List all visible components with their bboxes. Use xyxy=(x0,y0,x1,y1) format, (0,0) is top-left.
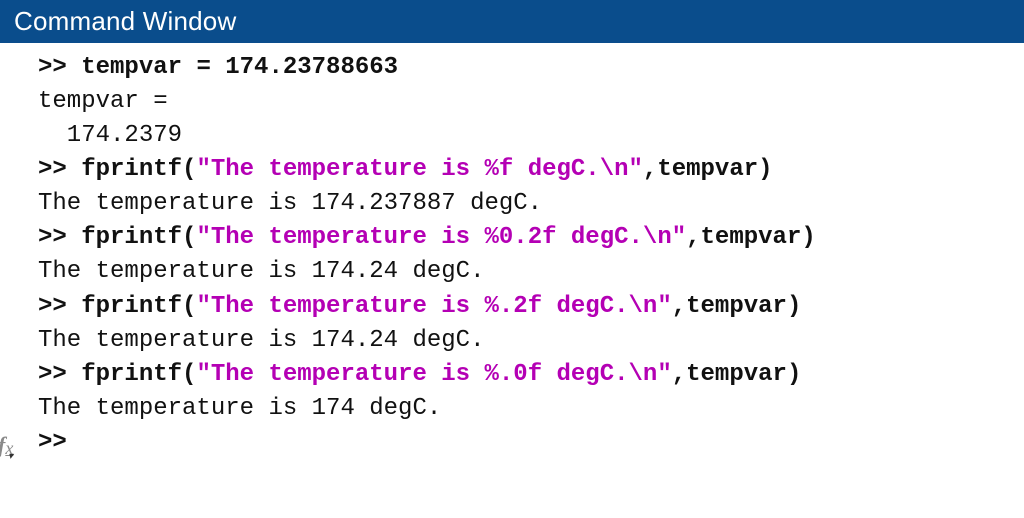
string-literal: "The temperature is %0.2f degC.\n" xyxy=(196,224,686,251)
output-line: The temperature is 174.24 degC. xyxy=(38,327,484,354)
output-line: The temperature is 174.24 degC. xyxy=(38,258,484,285)
input-code: ,tempvar) xyxy=(643,156,773,183)
prompt: >> xyxy=(38,54,81,81)
input-code: ,tempvar) xyxy=(686,224,816,251)
string-literal: "The temperature is %f degC.\n" xyxy=(196,156,642,183)
output-line: The temperature is 174 degC. xyxy=(38,395,441,422)
fx-icon[interactable]: fx ▾ xyxy=(0,434,13,466)
input-code: fprintf( xyxy=(81,156,196,183)
prompt: >> xyxy=(38,293,81,320)
input-code: ,tempvar) xyxy=(672,293,802,320)
prompt: >> xyxy=(38,224,81,251)
output-line: The temperature is 174.237887 degC. xyxy=(38,190,542,217)
gutter: fx ▾ xyxy=(0,43,20,518)
content-wrapper: fx ▾ >> tempvar = 174.23788663 tempvar =… xyxy=(0,43,1024,518)
console-area[interactable]: >> tempvar = 174.23788663 tempvar = 174.… xyxy=(20,43,1024,518)
input-code: ,tempvar) xyxy=(672,361,802,388)
input-code: fprintf( xyxy=(81,224,196,251)
input-line: tempvar = 174.23788663 xyxy=(81,54,398,81)
prompt: >> xyxy=(38,156,81,183)
window-title: Command Window xyxy=(0,2,1024,43)
string-literal: "The temperature is %.0f degC.\n" xyxy=(196,361,671,388)
fx-dropdown-arrow: ▾ xyxy=(8,452,23,462)
input-code: fprintf( xyxy=(81,361,196,388)
string-literal: "The temperature is %.2f degC.\n" xyxy=(196,293,671,320)
command-window: Command Window fx ▾ >> tempvar = 174.237… xyxy=(0,0,1024,518)
output-line: 174.2379 xyxy=(38,122,182,149)
cursor-prompt: >> xyxy=(38,429,67,456)
prompt: >> xyxy=(38,361,81,388)
output-line: tempvar = xyxy=(38,88,168,115)
input-code: fprintf( xyxy=(81,293,196,320)
